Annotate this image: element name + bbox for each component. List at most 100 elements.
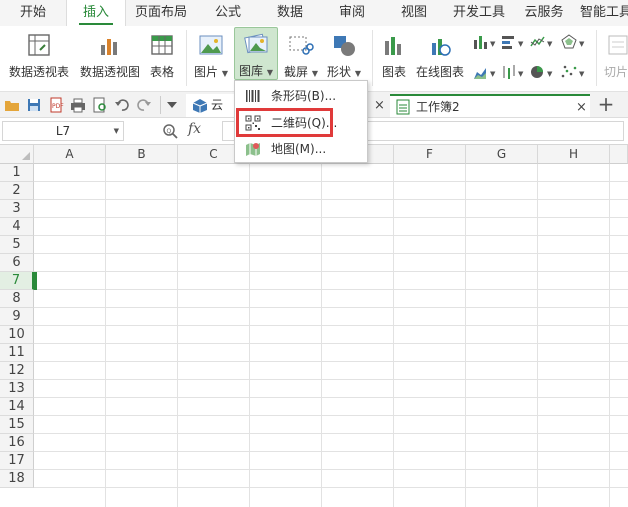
tab-developer[interactable]: 开发工具 [446,0,512,26]
column-chart-icon[interactable]: ▼ [472,34,498,50]
picture-icon [199,35,223,55]
table-row[interactable] [34,380,628,398]
stock-chart-icon[interactable]: ▼ [500,64,526,80]
table-row[interactable] [34,200,628,218]
table-row[interactable] [34,182,628,200]
new-tab-button[interactable]: + [596,93,616,117]
row-header[interactable]: 12 [0,362,34,380]
tab-page-layout[interactable]: 页面布局 [130,0,192,26]
column-header-f[interactable]: F [394,145,466,164]
zoom-formula-icon[interactable]: Q [162,123,178,139]
map-menu-item[interactable]: 地图(M)... [236,136,366,162]
scatter-chart-icon[interactable]: ▼ [560,64,588,80]
column-header-g[interactable]: G [466,145,538,164]
row-header[interactable]: 3 [0,200,34,218]
table-row[interactable] [34,434,628,452]
row-header[interactable]: 18 [0,470,34,488]
table-row[interactable] [34,452,628,470]
table-row[interactable] [34,272,628,290]
table-row[interactable] [34,254,628,272]
bar-chart-icon[interactable]: ▼ [500,34,526,50]
row-header[interactable]: 2 [0,182,34,200]
screenshot-button[interactable]: 截屏 ▼ [281,30,321,86]
svg-text:▼: ▼ [490,70,496,78]
select-all-corner[interactable] [0,145,34,164]
row-header[interactable]: 14 [0,398,34,416]
picture-button[interactable]: 图片 ▼ [191,30,231,86]
workbook-tab[interactable]: 工作簿2 × [390,94,590,117]
column-header-a[interactable]: A [34,145,106,164]
slicer-button[interactable]: 切片 [600,30,628,86]
row-header[interactable]: 5 [0,236,34,254]
row-header[interactable]: 16 [0,434,34,452]
pivot-chart-button[interactable]: 数据透视图 [76,30,144,86]
shapes-icon [334,36,355,56]
chart-label: 图表 [381,65,406,79]
column-gridline [177,164,178,507]
cloud-doc-tab[interactable]: 云文 [186,94,234,135]
print-icon[interactable] [70,97,86,113]
row-header[interactable]: 7 [0,272,34,290]
table-row[interactable] [34,164,628,182]
undo-icon[interactable] [114,97,130,113]
row-header[interactable]: 6 [0,254,34,272]
svg-text:▼: ▼ [518,70,524,78]
tab-review[interactable]: 审阅 [324,0,380,26]
column-header-h[interactable]: H [538,145,610,164]
tab-data[interactable]: 数据 [262,0,318,26]
table-row[interactable] [34,236,628,254]
row-header[interactable]: 9 [0,308,34,326]
line-chart-icon[interactable]: ▼ [529,34,555,50]
tab-home[interactable]: 开始 [8,0,58,26]
tab-formulas[interactable]: 公式 [200,0,256,26]
row-header[interactable]: 17 [0,452,34,470]
radar-chart-icon[interactable]: ▼ [560,34,588,50]
table-row[interactable] [34,416,628,434]
gallery-button[interactable]: 图库 ▼ [234,27,278,80]
cube-icon [192,99,208,113]
tab-smart-tools[interactable]: 智能工具 [580,0,628,26]
close-tab-button[interactable]: × [368,94,390,117]
export-pdf-icon[interactable]: PDF [48,97,64,113]
table-row[interactable] [34,218,628,236]
pie-chart-icon[interactable]: ▼ [529,64,555,80]
more-arrow-icon[interactable] [166,100,182,116]
spreadsheet-grid: ABCDEFGH 123456789101112131415161718 [0,145,628,507]
name-box[interactable]: L7 ▼ [2,121,124,141]
table-row[interactable] [34,470,628,488]
tab-view[interactable]: 视图 [386,0,442,26]
table-row[interactable] [34,398,628,416]
table-row[interactable] [34,290,628,308]
table-row[interactable] [34,362,628,380]
print-preview-icon[interactable] [92,97,108,113]
table-row[interactable] [34,344,628,362]
row-header[interactable]: 11 [0,344,34,362]
row-header[interactable]: 10 [0,326,34,344]
close-workbook-icon[interactable]: × [576,96,587,119]
row-header[interactable]: 4 [0,218,34,236]
row-header[interactable]: 13 [0,380,34,398]
redo-icon[interactable] [136,97,152,113]
row-header[interactable]: 1 [0,164,34,182]
column-gridline [393,164,394,507]
barcode-menu-item[interactable]: 条形码(B)... [236,83,366,109]
table-row[interactable] [34,326,628,344]
open-folder-icon[interactable] [4,97,20,113]
tab-cloud-service[interactable]: 云服务 [516,0,572,26]
row-header[interactable]: 15 [0,416,34,434]
save-icon[interactable] [26,97,42,113]
column-header-b[interactable]: B [106,145,178,164]
tab-insert[interactable]: 插入 [66,0,126,26]
column-header-partial[interactable] [610,145,628,164]
shapes-button[interactable]: 形状 ▼ [324,30,364,86]
area-chart-icon[interactable]: ▼ [472,64,498,80]
insert-function-button[interactable]: fx [188,121,201,137]
table-button[interactable]: 表格 [146,30,178,86]
online-chart-button[interactable]: 在线图表 [414,30,466,86]
barcode-icon [246,90,260,102]
table-row[interactable] [34,308,628,326]
chart-button[interactable]: 图表 [376,30,412,86]
row-header[interactable]: 8 [0,290,34,308]
pivot-table-button[interactable]: 数据透视表 [6,30,72,86]
svg-text:▼: ▼ [547,40,553,48]
